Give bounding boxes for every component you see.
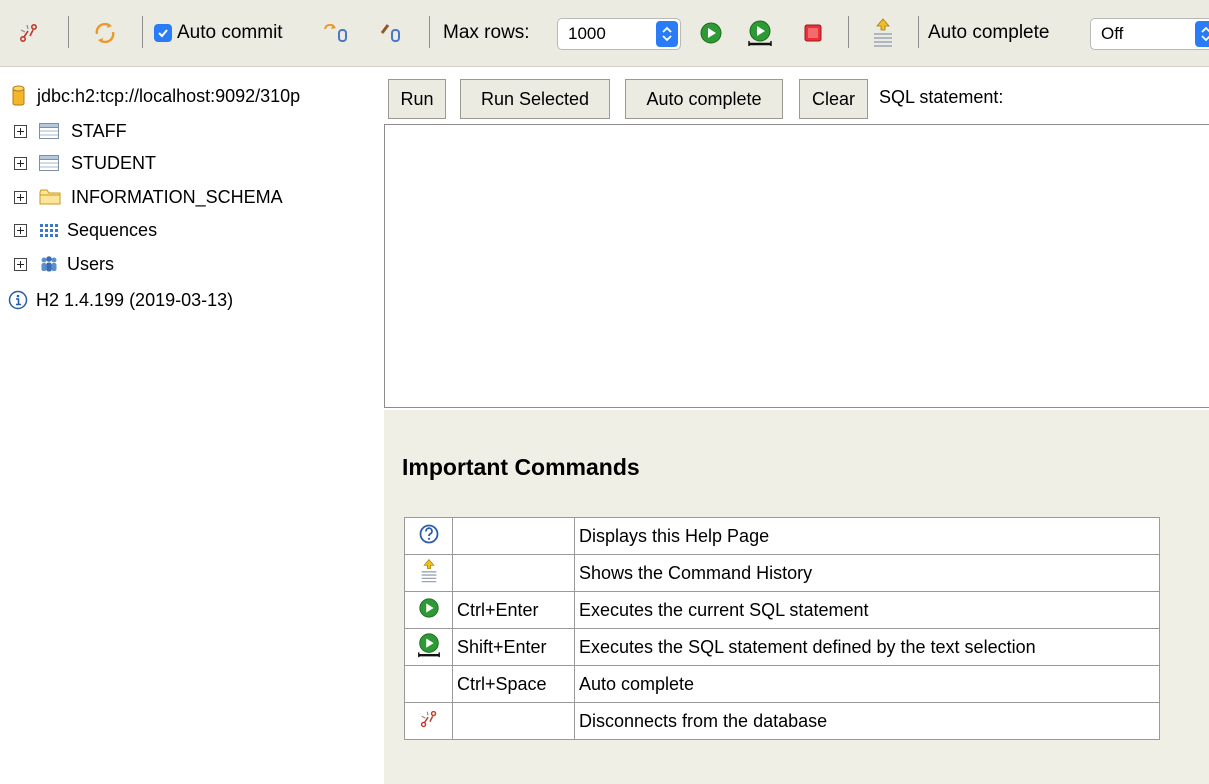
help-title: Important Commands bbox=[402, 454, 640, 480]
history-icon bbox=[420, 558, 438, 584]
object-tree: jdbc:h2:tcp://localhost:9092/310p STAFF … bbox=[0, 66, 384, 784]
max-rows-value: 1000 bbox=[568, 24, 606, 43]
expand-icon[interactable] bbox=[14, 223, 27, 237]
max-rows-label: Max rows: bbox=[443, 22, 530, 43]
expand-icon[interactable] bbox=[14, 257, 27, 271]
table-row: Ctrl+Space Auto complete bbox=[404, 665, 1160, 703]
shortcut-cell bbox=[452, 554, 575, 592]
shortcut-cell: Shift+Enter bbox=[452, 628, 575, 666]
run-selected-icon[interactable] bbox=[746, 0, 774, 66]
connection-url: jdbc:h2:tcp://localhost:9092/310p bbox=[37, 85, 301, 106]
table-row: Shift+Enter Executes the SQL statement d… bbox=[404, 628, 1160, 666]
tree-item-label: INFORMATION_SCHEMA bbox=[71, 186, 283, 207]
select-arrows-icon bbox=[656, 21, 678, 47]
table-row: Disconnects from the database bbox=[404, 702, 1160, 740]
shortcut-cell: Ctrl+Space bbox=[452, 665, 575, 703]
help-icon bbox=[419, 524, 439, 544]
expand-icon[interactable] bbox=[14, 124, 27, 138]
auto-complete-value: Off bbox=[1101, 24, 1124, 43]
run-selected-icon bbox=[416, 632, 442, 658]
description-cell: Executes the SQL statement defined by th… bbox=[574, 628, 1160, 666]
database-icon bbox=[12, 85, 25, 107]
commands-table: Displays this Help Page Shows the Comman… bbox=[404, 517, 1160, 740]
commit-icon[interactable] bbox=[322, 0, 350, 66]
description-cell: Disconnects from the database bbox=[574, 702, 1160, 740]
refresh-icon[interactable] bbox=[92, 0, 118, 66]
auto-commit-label: Auto commit bbox=[177, 22, 283, 43]
shortcut-cell: Ctrl+Enter bbox=[452, 591, 575, 629]
auto-complete-label: Auto complete bbox=[928, 22, 1050, 43]
toolbar-separator bbox=[848, 16, 849, 48]
tree-item-label: STAFF bbox=[71, 120, 127, 141]
table-row: Ctrl+Enter Executes the current SQL stat… bbox=[404, 591, 1160, 629]
description-cell: Shows the Command History bbox=[574, 554, 1160, 592]
tree-item-information-schema[interactable]: INFORMATION_SCHEMA bbox=[14, 182, 283, 212]
toolbar-separator bbox=[918, 16, 919, 48]
empty-icon-cell bbox=[404, 665, 453, 703]
run-icon bbox=[418, 597, 440, 619]
tree-item-label: Sequences bbox=[67, 219, 158, 240]
toolbar: Auto commit Max rows: 1000 Auto complete… bbox=[0, 0, 1209, 67]
tree-item-label: STUDENT bbox=[71, 152, 156, 173]
toolbar-separator bbox=[142, 16, 143, 48]
sql-editor[interactable] bbox=[384, 124, 1209, 408]
run-selected-button[interactable]: Run Selected bbox=[460, 79, 610, 119]
toolbar-separator bbox=[68, 16, 69, 48]
tree-version: H2 1.4.199 (2019-03-13) bbox=[8, 285, 233, 315]
sequences-icon bbox=[39, 222, 59, 238]
stop-icon[interactable] bbox=[803, 0, 823, 66]
disconnect-icon[interactable] bbox=[18, 0, 40, 66]
users-icon bbox=[39, 255, 59, 273]
version-label: H2 1.4.199 (2019-03-13) bbox=[36, 289, 234, 310]
tree-item-staff[interactable]: STAFF bbox=[14, 116, 127, 146]
run-icon[interactable] bbox=[699, 0, 723, 66]
table-icon bbox=[39, 155, 59, 171]
auto-commit-checkbox[interactable]: Auto commit bbox=[154, 0, 283, 66]
tree-item-users[interactable]: Users bbox=[14, 249, 114, 279]
expand-icon[interactable] bbox=[14, 190, 27, 204]
table-row: Shows the Command History bbox=[404, 554, 1160, 592]
history-icon[interactable] bbox=[872, 0, 894, 66]
table-row: Displays this Help Page bbox=[404, 517, 1160, 555]
checkmark-icon bbox=[154, 24, 172, 42]
shortcut-cell bbox=[452, 702, 575, 740]
shortcut-cell bbox=[452, 517, 575, 555]
rollback-icon[interactable] bbox=[378, 0, 406, 66]
disconnect-icon bbox=[419, 709, 439, 729]
clear-button[interactable]: Clear bbox=[799, 79, 868, 119]
tree-item-label: Users bbox=[67, 253, 115, 274]
max-rows-select[interactable]: 1000 bbox=[557, 18, 681, 50]
select-arrows-icon bbox=[1195, 21, 1209, 47]
auto-complete-button[interactable]: Auto complete bbox=[625, 79, 783, 119]
toolbar-separator bbox=[429, 16, 430, 48]
tree-item-sequences[interactable]: Sequences bbox=[14, 215, 157, 245]
folder-icon bbox=[39, 188, 61, 206]
tree-item-student[interactable]: STUDENT bbox=[14, 148, 156, 178]
sql-statement-label: SQL statement: bbox=[879, 87, 1004, 107]
tree-connection[interactable]: jdbc:h2:tcp://localhost:9092/310p bbox=[12, 81, 300, 111]
info-icon bbox=[8, 290, 28, 310]
description-cell: Auto complete bbox=[574, 665, 1160, 703]
description-cell: Displays this Help Page bbox=[574, 517, 1160, 555]
run-button[interactable]: Run bbox=[388, 79, 446, 119]
table-icon bbox=[39, 123, 59, 139]
auto-complete-select[interactable]: Off bbox=[1090, 18, 1209, 50]
help-panel: Important Commands Displays this Help Pa… bbox=[384, 410, 1209, 784]
expand-icon[interactable] bbox=[14, 156, 27, 170]
description-cell: Executes the current SQL statement bbox=[574, 591, 1160, 629]
